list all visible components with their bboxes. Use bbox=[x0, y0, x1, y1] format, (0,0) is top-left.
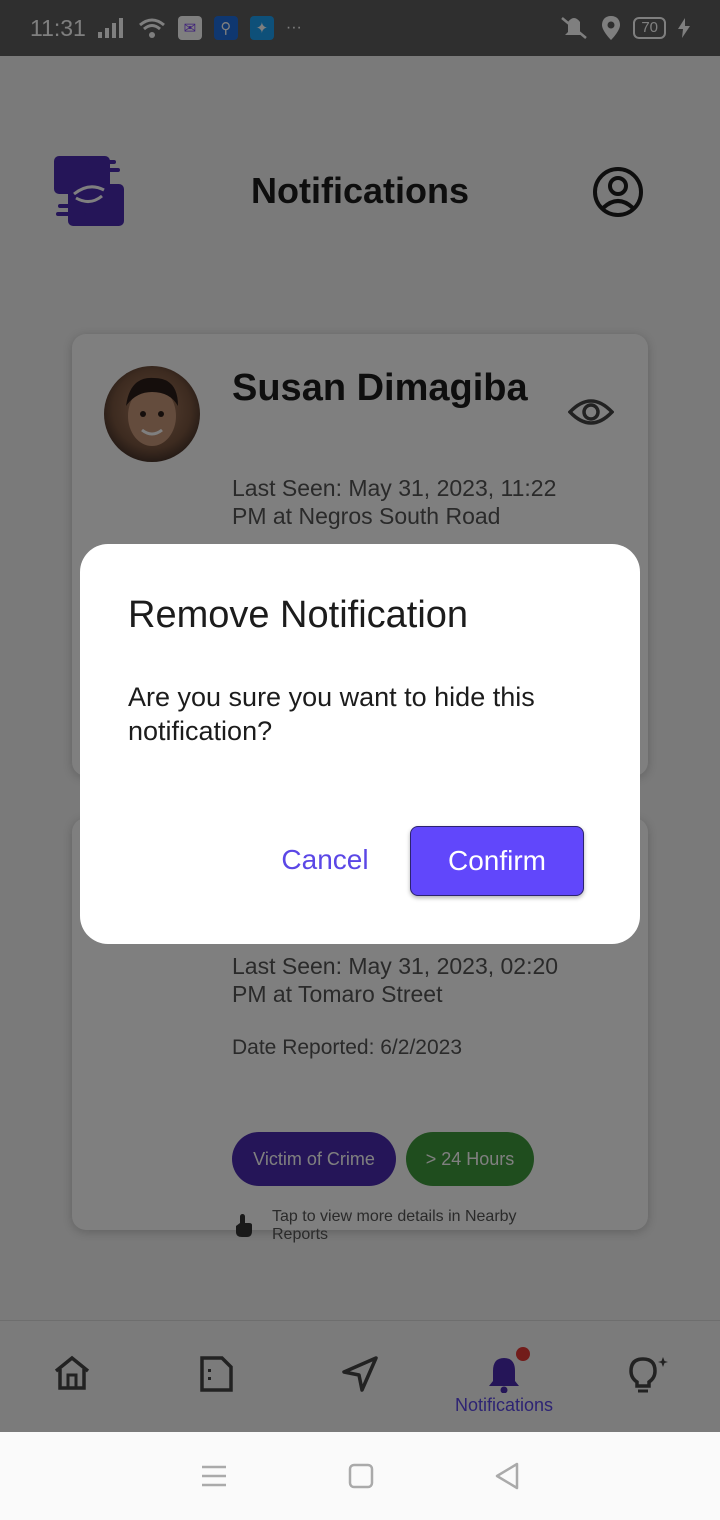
confirm-button[interactable]: Confirm bbox=[410, 826, 584, 896]
menu-icon[interactable] bbox=[200, 1464, 228, 1488]
dialog-message: Are you sure you want to hide this notif… bbox=[128, 682, 535, 746]
cancel-button[interactable]: Cancel bbox=[266, 826, 384, 894]
system-navigation-bar bbox=[0, 1432, 720, 1520]
remove-notification-dialog: Remove Notification Are you sure you wan… bbox=[80, 544, 640, 944]
home-square-icon[interactable] bbox=[348, 1463, 374, 1489]
dialog-title: Remove Notification bbox=[128, 594, 469, 636]
back-triangle-icon[interactable] bbox=[494, 1462, 520, 1490]
